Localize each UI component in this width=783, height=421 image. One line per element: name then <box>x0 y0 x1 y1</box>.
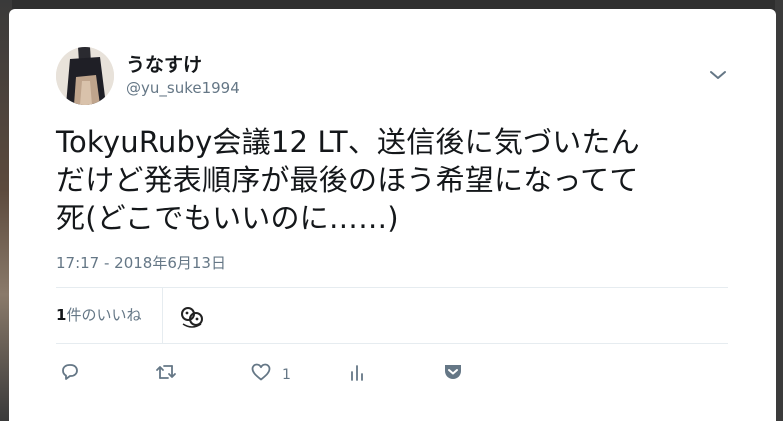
background-right <box>775 0 783 421</box>
divider-bottom <box>56 343 728 344</box>
analytics-button[interactable] <box>347 361 367 383</box>
likes-label: 件のいいね <box>66 306 142 324</box>
author-display-name[interactable]: うなすけ <box>126 50 202 77</box>
tweet-card: うなすけ @yu_suke1994 TokyuRuby会議12 LT、送信後に気… <box>9 9 776 421</box>
bar-chart-icon <box>347 361 367 383</box>
author-avatar[interactable] <box>56 47 114 105</box>
reply-button[interactable] <box>59 361 81 383</box>
tweet-timestamp[interactable]: 17:17 - 2018年6月13日 <box>56 252 226 273</box>
heart-icon <box>250 361 272 383</box>
liker-avatar[interactable] <box>177 302 207 332</box>
divider-top <box>56 287 728 288</box>
likes-number: 1 <box>56 306 67 324</box>
pocket-button[interactable] <box>442 361 464 383</box>
like-button[interactable]: 1 <box>250 361 291 383</box>
retweet-button[interactable] <box>154 361 178 383</box>
chevron-down-icon[interactable] <box>707 67 729 83</box>
like-count: 1 <box>282 367 291 383</box>
retweet-icon <box>154 361 178 383</box>
stats-separator <box>162 288 163 343</box>
author-screen-name[interactable]: @yu_suke1994 <box>126 79 240 97</box>
tweet-text: TokyuRuby会議12 LT、送信後に気づいたん だけど発表順序が最後のほう… <box>56 125 640 235</box>
likes-count[interactable]: 1件のいいね <box>56 304 141 325</box>
reply-icon <box>59 361 81 383</box>
pocket-icon <box>442 361 464 383</box>
